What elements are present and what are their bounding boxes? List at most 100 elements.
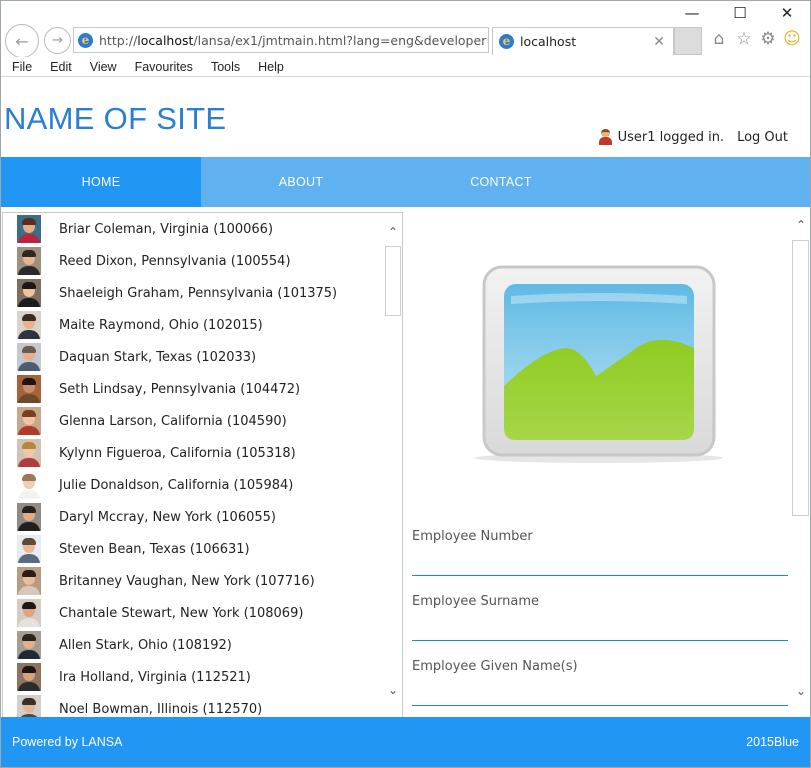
minimize-button[interactable]: — [680, 4, 704, 22]
forward-button[interactable]: → [44, 27, 71, 54]
employee-given-names-label: Employee Given Name(s) [412, 659, 578, 674]
menu-help[interactable]: Help [258, 60, 284, 74]
employee-name: Kylynn Figueroa, California (105318) [59, 445, 296, 461]
back-button[interactable]: ← [5, 24, 39, 58]
scroll-up-icon[interactable]: ⌃ [386, 225, 400, 239]
employee-name: Glenna Larson, California (104590) [59, 413, 287, 429]
detail-scroll-thumb[interactable] [792, 240, 809, 516]
detail-scroll-up-icon[interactable]: ⌃ [794, 218, 808, 232]
employee-list-item[interactable]: Maite Raymond, Ohio (102015) [3, 309, 383, 341]
menu-view[interactable]: View [90, 60, 117, 74]
employee-avatar [17, 375, 41, 403]
detail-scroll-down-icon[interactable]: ⌄ [794, 684, 808, 698]
close-window-button[interactable]: ✕ [775, 4, 799, 22]
url-prefix: http:// [99, 32, 138, 48]
scroll-down-icon[interactable]: ⌄ [386, 683, 400, 697]
menu-bar: File Edit View Favourites Tools Help [0, 57, 811, 77]
scroll-thumb[interactable] [385, 246, 401, 316]
logged-in-text: User1 logged in. [617, 129, 725, 145]
employee-avatar [17, 343, 41, 371]
feedback-smiley-icon[interactable]: ☺ [781, 29, 803, 49]
employee-list-item[interactable]: Julie Donaldson, California (105984) [3, 469, 383, 501]
footer-theme-name: 2015Blue [746, 735, 799, 749]
settings-gear-icon[interactable]: ⚙ [757, 29, 779, 49]
employee-avatar [17, 631, 41, 659]
menu-favourites[interactable]: Favourites [135, 60, 193, 74]
user-status-area: User1 logged in. Log Out [598, 129, 788, 145]
employee-avatar [17, 439, 41, 467]
employee-avatar [17, 663, 41, 691]
menu-file[interactable]: File [12, 60, 32, 74]
employee-name: Briar Coleman, Virginia (100066) [59, 221, 274, 237]
back-arrow-icon: ← [15, 31, 29, 51]
employee-name: Reed Dixon, Pennsylvania (100554) [59, 253, 291, 269]
logout-link[interactable]: Log Out [737, 130, 788, 145]
employee-avatar [17, 215, 41, 243]
employee-list[interactable]: Briar Coleman, Virginia (100066) Reed Dix… [2, 212, 403, 718]
employee-name: Chantale Stewart, New York (108069) [59, 605, 304, 621]
browser-tab[interactable]: e localhost ✕ [492, 27, 674, 55]
employee-surname-label: Employee Surname [412, 594, 539, 609]
employee-list-item[interactable]: Reed Dixon, Pennsylvania (100554) [3, 245, 383, 277]
employee-list-item[interactable]: Chantale Stewart, New York (108069) [3, 597, 383, 629]
home-icon[interactable]: ⌂ [708, 29, 730, 49]
employee-number-input[interactable] [412, 575, 788, 576]
site-title: NAME OF SITE [4, 101, 227, 136]
employee-list-item[interactable]: Glenna Larson, California (104590) [3, 405, 383, 437]
employee-list-item[interactable]: Shaeleigh Graham, Pennsylvania (101375) [3, 277, 383, 309]
employee-avatar [17, 695, 41, 717]
employee-name: Ira Holland, Virginia (112521) [59, 669, 251, 685]
employee-avatar [17, 471, 41, 499]
page-footer: Powered by LANSA 2015Blue [1, 717, 810, 767]
employee-list-item[interactable]: Briar Coleman, Virginia (100066) [3, 213, 383, 245]
list-scrollbar[interactable]: ⌃ ⌄ [384, 213, 402, 717]
employee-avatar [17, 535, 41, 563]
tab-title: localhost [520, 34, 577, 49]
employee-list-item[interactable]: Daquan Stark, Texas (102033) [3, 341, 383, 373]
nav-contact[interactable]: CONTACT [401, 157, 601, 207]
employee-list-item[interactable]: Ira Holland, Virginia (112521) [3, 661, 383, 693]
employee-name: Maite Raymond, Ohio (102015) [59, 317, 263, 333]
employee-name: Steven Bean, Texas (106631) [59, 541, 250, 557]
employee-name: Britanney Vaughan, New York (107716) [59, 573, 315, 589]
url-path: /lansa/ex1/jmtmain.html?lang=eng&develop… [193, 32, 489, 48]
maximize-button[interactable]: ☐ [728, 4, 752, 22]
employee-given-names-input[interactable] [412, 705, 788, 706]
employee-avatar [17, 407, 41, 435]
forward-arrow-icon: → [52, 33, 63, 48]
address-bar[interactable]: e http://localhost/lansa/ex1/jmtmain.htm… [73, 27, 489, 53]
employee-avatar [17, 247, 41, 275]
menu-edit[interactable]: Edit [50, 60, 72, 74]
favorites-star-icon[interactable]: ☆ [733, 29, 755, 49]
employee-list-item[interactable]: Daryl Mccray, New York (106055) [3, 501, 383, 533]
employee-name: Julie Donaldson, California (105984) [59, 477, 294, 493]
employee-name: Daquan Stark, Texas (102033) [59, 349, 257, 365]
employee-avatar [17, 279, 41, 307]
employee-name: Seth Lindsay, Pennsylvania (104472) [59, 381, 301, 397]
employee-list-item[interactable]: Noel Bowman, Illinois (112570) [3, 693, 383, 717]
web-page: NAME OF SITE User1 logged in. Log Out HO… [1, 78, 810, 767]
nav-about[interactable]: ABOUT [201, 157, 401, 207]
employee-list-item[interactable]: Britanney Vaughan, New York (107716) [3, 565, 383, 597]
close-tab-icon[interactable]: ✕ [653, 34, 665, 50]
user-icon [598, 129, 612, 145]
image-placeholder-icon [475, 265, 723, 463]
employee-list-item[interactable]: Kylynn Figueroa, California (105318) [3, 437, 383, 469]
employee-avatar [17, 599, 41, 627]
employee-list-item[interactable]: Allen Stark, Ohio (108192) [3, 629, 383, 661]
employee-list-item[interactable]: Steven Bean, Texas (106631) [3, 533, 383, 565]
ie-page-icon: e [78, 32, 93, 48]
detail-scrollbar[interactable]: ⌃ ⌄ [791, 218, 810, 718]
menu-tools[interactable]: Tools [211, 60, 240, 74]
nav-home[interactable]: HOME [1, 157, 201, 207]
employee-surname-input[interactable] [412, 640, 788, 641]
employee-avatar [17, 311, 41, 339]
url-host: localhost [137, 32, 194, 48]
footer-powered-by: Powered by LANSA [12, 735, 123, 749]
employee-name: Shaeleigh Graham, Pennsylvania (101375) [59, 285, 338, 301]
employee-list-item[interactable]: Seth Lindsay, Pennsylvania (104472) [3, 373, 383, 405]
employee-avatar [17, 503, 41, 531]
employee-name: Allen Stark, Ohio (108192) [59, 637, 232, 653]
new-tab-button[interactable] [674, 27, 702, 55]
employee-name: Noel Bowman, Illinois (112570) [59, 701, 263, 717]
